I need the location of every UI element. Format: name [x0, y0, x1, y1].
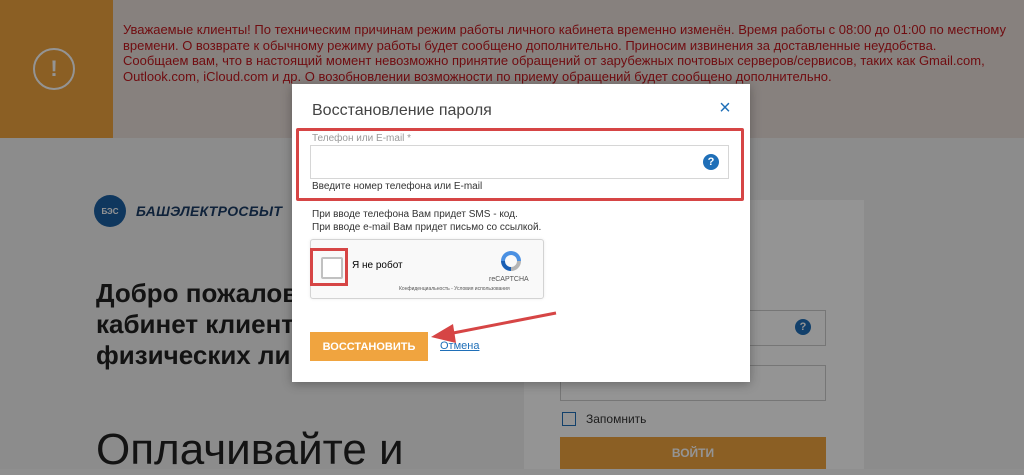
captcha-label: Я не робот	[352, 260, 403, 271]
recaptcha-brand: reCAPTCHA	[489, 276, 529, 283]
restore-button[interactable]: ВОССТАНОВИТЬ	[310, 332, 428, 361]
info-line-2: При вводе e-mail Вам придет письмо со сс…	[312, 222, 542, 233]
captcha-highlight-frame	[310, 248, 348, 286]
recaptcha-logo-icon	[501, 251, 521, 271]
recovery-info: При вводе телефона Вам придет SMS - код.…	[312, 208, 541, 234]
recaptcha-links[interactable]: Конфиденциальность - Условия использован…	[399, 286, 510, 292]
close-icon[interactable]: ×	[716, 98, 734, 118]
field-highlight-frame	[296, 128, 744, 201]
cancel-link[interactable]: Отмена	[440, 340, 479, 352]
dialog-title: Восстановление пароля	[312, 102, 492, 119]
password-recovery-dialog: Восстановление пароля × Телефон или E-ma…	[292, 84, 750, 382]
info-line-1: При вводе телефона Вам придет SMS - код.	[312, 209, 518, 220]
